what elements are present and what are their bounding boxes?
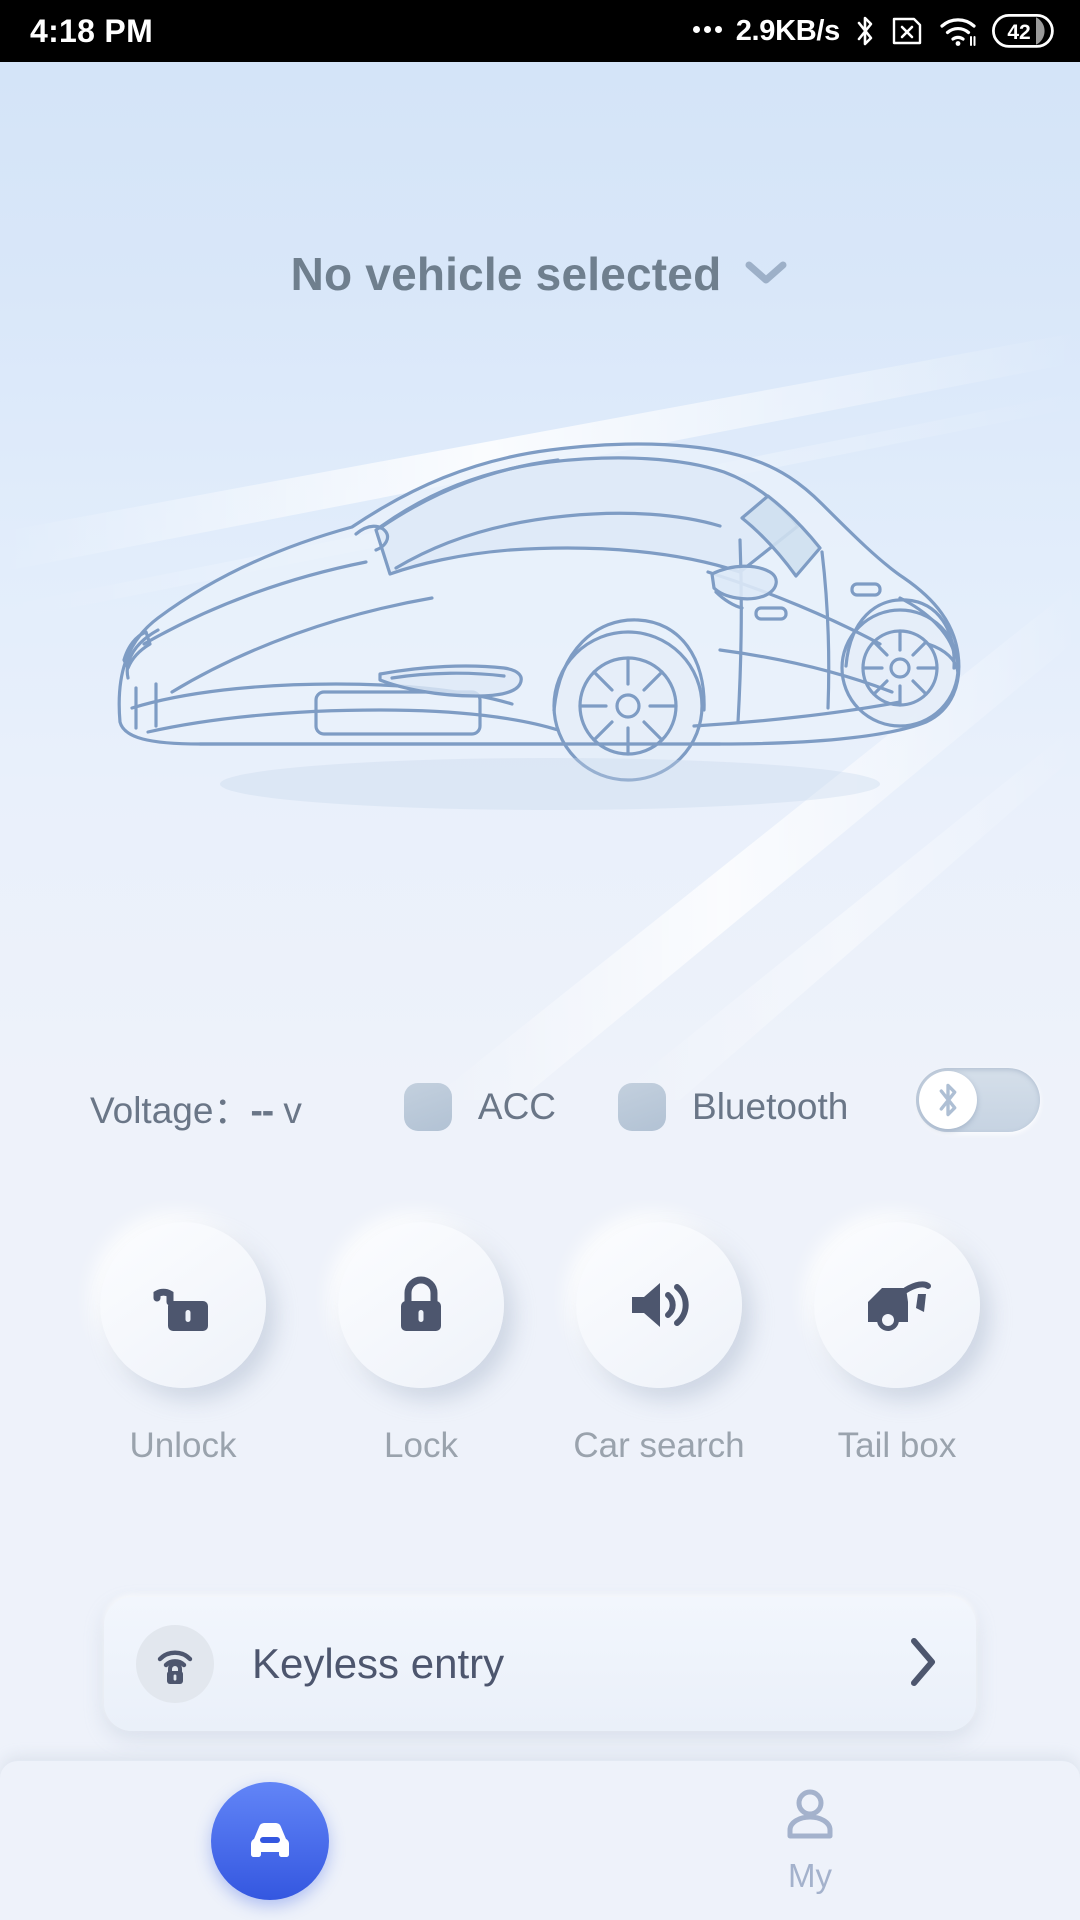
unlock-button[interactable]: [100, 1222, 266, 1388]
keyless-signal-lock-icon: [136, 1625, 214, 1703]
acc-status-indicator: [403, 1083, 452, 1131]
page-title: No vehicle selected: [290, 248, 722, 300]
tab-vehicle[interactable]: [0, 1761, 540, 1920]
tab-my[interactable]: My: [540, 1761, 1080, 1920]
action-lock[interactable]: Lock: [321, 1222, 521, 1466]
bluetooth-toggle[interactable]: [916, 1068, 1040, 1132]
keyless-entry-row[interactable]: Keyless entry: [104, 1597, 976, 1731]
voltage-unit: v: [283, 1090, 302, 1131]
voltage-readout: Voltage：-- v: [90, 1080, 302, 1134]
vehicle-selector[interactable]: No vehicle selected: [0, 247, 1080, 301]
action-car-search[interactable]: Car search: [559, 1222, 759, 1466]
network-speed-text: 2.9KB/s: [735, 14, 841, 47]
tab-my-label: My: [788, 1857, 832, 1894]
action-tail-box[interactable]: Tail box: [797, 1222, 997, 1466]
lock-button[interactable]: [338, 1222, 504, 1388]
status-bar-clock: 4:18 PM: [30, 12, 154, 49]
speaker-volume-icon: [632, 1283, 689, 1327]
svg-text:42: 42: [1007, 21, 1030, 44]
car-search-button[interactable]: [576, 1222, 742, 1388]
car-illustration: [80, 392, 1000, 842]
status-bar-icons: 2.9KB/s 42: [692, 14, 1054, 48]
bluetooth-icon: [854, 14, 876, 48]
status-bar: 4:18 PM 2.9KB/s 42: [0, 0, 1080, 62]
action-label: Lock: [384, 1426, 458, 1465]
lock-icon: [401, 1276, 441, 1331]
bluetooth-icon: [939, 1083, 957, 1117]
wifi-icon: [938, 15, 978, 47]
action-unlock[interactable]: Unlock: [83, 1222, 283, 1466]
tail-box-button[interactable]: [814, 1222, 980, 1388]
sim-disabled-icon: [890, 16, 924, 46]
car-front-icon[interactable]: [211, 1781, 329, 1900]
bluetooth-status-indicator: [618, 1083, 667, 1131]
bottom-navigation: My: [0, 1760, 1080, 1920]
battery-icon: 42: [992, 14, 1054, 48]
bluetooth-label: Bluetooth: [692, 1086, 849, 1127]
person-icon: [780, 1786, 840, 1851]
action-label: Car search: [573, 1426, 745, 1465]
chevron-right-icon[interactable]: [906, 1633, 940, 1696]
action-label: Tail box: [837, 1426, 957, 1465]
action-label: Unlock: [129, 1426, 237, 1465]
chevron-down-icon[interactable]: [743, 257, 789, 292]
vehicle-hero-section: No vehicle selected: [0, 62, 1080, 1100]
car-trunk-open-icon: [868, 1281, 931, 1331]
voltage-label: Voltage：: [90, 1090, 251, 1131]
unlock-icon: [153, 1288, 208, 1331]
acc-label: ACC: [477, 1086, 557, 1127]
network-activity-dots-icon: [692, 25, 722, 37]
keyless-entry-label: Keyless entry: [252, 1640, 505, 1687]
quick-actions: Unlock Lock Car search Tail box: [0, 1222, 1080, 1466]
voltage-value: --: [250, 1090, 274, 1131]
bluetooth-toggle-knob: [919, 1071, 977, 1129]
